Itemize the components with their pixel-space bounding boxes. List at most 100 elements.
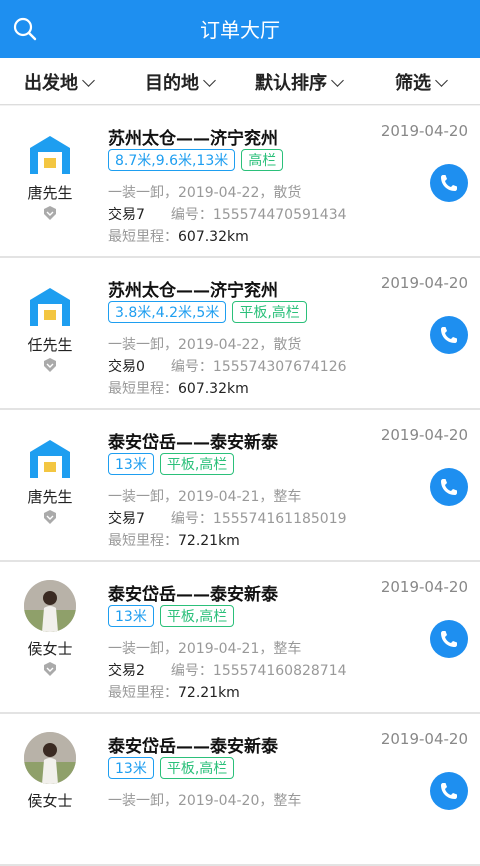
phone-icon bbox=[441, 327, 457, 343]
filter-origin-label: 出发地 bbox=[24, 73, 78, 94]
trade-count: 交易7 bbox=[108, 207, 145, 223]
tag-group: 13米 平板,高栏 bbox=[108, 453, 240, 477]
distance-label: 最短里程： bbox=[108, 381, 178, 397]
distance-label: 最短里程： bbox=[108, 685, 178, 701]
distance-info: 最短里程：72.21km bbox=[108, 682, 240, 702]
distance-info: 最短里程：72.21km bbox=[108, 530, 240, 550]
chevron-down-icon bbox=[331, 74, 344, 87]
user-avatar bbox=[24, 732, 76, 784]
filter-origin[interactable]: 出发地 bbox=[24, 69, 95, 95]
route-title: 苏州太仓——济宁兖州 bbox=[108, 129, 278, 149]
user-photo bbox=[24, 580, 76, 632]
trade-info: 交易2 编号：155574160828714 bbox=[108, 660, 347, 680]
post-date: 2019-04-20 bbox=[380, 730, 468, 748]
truck-length-tag: 13米 bbox=[108, 605, 154, 627]
load-detail: 一装一卸，2019-04-20，整车 bbox=[108, 793, 302, 809]
filter-options-label: 筛选 bbox=[395, 73, 431, 94]
warehouse-icon bbox=[30, 440, 70, 478]
tag-group: 13米 平板,高栏 bbox=[108, 757, 240, 781]
shipper-name: 唐先生 bbox=[27, 184, 73, 202]
order-number-label: 编号： bbox=[170, 511, 213, 527]
warehouse-icon bbox=[30, 288, 70, 326]
trade-count: 交易7 bbox=[108, 511, 145, 527]
distance-info: 最短里程：607.32km bbox=[108, 226, 249, 246]
distance-value: 607.32km bbox=[178, 381, 249, 397]
distance-info: 最短里程：607.32km bbox=[108, 378, 249, 398]
order-number: 155574470591434 bbox=[212, 207, 347, 223]
shipper-name: 侯女士 bbox=[27, 640, 73, 658]
order-number-label: 编号： bbox=[170, 207, 213, 223]
distance-value: 72.21km bbox=[178, 685, 240, 701]
truck-length-tag: 8.7米,9.6米,13米 bbox=[108, 149, 236, 171]
distance-value: 72.21km bbox=[178, 533, 240, 549]
order-number: 155574160828714 bbox=[212, 663, 347, 679]
call-button[interactable] bbox=[430, 772, 468, 810]
order-card[interactable]: 任先生 苏州太仓——济宁兖州 2019-04-20 3.8米,4.2米,5米 平板… bbox=[0, 258, 480, 410]
order-card[interactable]: 唐先生 苏州太仓——济宁兖州 2019-04-20 8.7米,9.6米,13米高… bbox=[0, 106, 480, 258]
app-header: 订单大厅 bbox=[0, 0, 480, 58]
filter-sort-label: 默认排序 bbox=[255, 73, 327, 94]
route-title: 苏州太仓——济宁兖州 bbox=[108, 281, 278, 301]
verified-badge-icon bbox=[44, 510, 56, 524]
page-title: 订单大厅 bbox=[200, 18, 280, 42]
trade-count: 交易0 bbox=[108, 359, 145, 375]
verified-badge-icon bbox=[44, 358, 56, 372]
order-number: 155574161185019 bbox=[212, 511, 347, 527]
shipper-name: 任先生 bbox=[27, 336, 73, 354]
chevron-down-icon bbox=[82, 74, 95, 87]
call-button[interactable] bbox=[430, 468, 468, 506]
trade-info: 交易7 编号：155574161185019 bbox=[108, 508, 347, 528]
order-card[interactable]: 唐先生 泰安岱岳——泰安新泰 2019-04-20 13米 平板,高栏 一装一卸，… bbox=[0, 410, 480, 562]
call-button[interactable] bbox=[430, 620, 468, 658]
tag-group: 3.8米,4.2米,5米 平板,高栏 bbox=[108, 301, 313, 325]
warehouse-icon bbox=[30, 136, 70, 174]
truck-type-tag: 平板,高栏 bbox=[232, 301, 307, 323]
truck-type-tag: 平板,高栏 bbox=[159, 605, 235, 627]
distance-value: 607.32km bbox=[178, 229, 249, 245]
filter-options[interactable]: 筛选 bbox=[395, 69, 448, 95]
order-number-label: 编号： bbox=[170, 359, 213, 375]
call-button[interactable] bbox=[430, 316, 468, 354]
distance-label: 最短里程： bbox=[108, 533, 178, 549]
shipper-name: 唐先生 bbox=[27, 488, 73, 506]
user-photo bbox=[24, 732, 76, 784]
call-button[interactable] bbox=[430, 164, 468, 202]
post-date: 2019-04-20 bbox=[380, 122, 468, 140]
load-detail: 一装一卸，2019-04-22，散货 bbox=[108, 337, 302, 353]
trade-info: 交易0 编号：155574307674126 bbox=[108, 356, 347, 376]
load-detail: 一装一卸，2019-04-21，整车 bbox=[108, 489, 302, 505]
post-date: 2019-04-20 bbox=[380, 274, 468, 292]
filter-sort[interactable]: 默认排序 bbox=[255, 69, 344, 95]
route-title: 泰安岱岳——泰安新泰 bbox=[108, 433, 278, 453]
route-title: 泰安岱岳——泰安新泰 bbox=[108, 585, 278, 605]
route-title: 泰安岱岳——泰安新泰 bbox=[108, 737, 278, 757]
load-detail: 一装一卸，2019-04-21，整车 bbox=[108, 641, 302, 657]
tag-group: 8.7米,9.6米,13米 高栏 bbox=[108, 149, 289, 173]
order-number-label: 编号： bbox=[170, 663, 213, 679]
truck-type-tag: 平板,高栏 bbox=[159, 453, 235, 475]
verified-badge-icon bbox=[44, 662, 56, 676]
phone-icon bbox=[441, 479, 457, 495]
post-date: 2019-04-20 bbox=[380, 578, 468, 596]
order-card[interactable]: 侯女士 泰安岱岳——泰安新泰 2019-04-20 13米 平板,高栏 一装一卸，… bbox=[0, 562, 480, 714]
chevron-down-icon bbox=[203, 74, 216, 87]
truck-type-tag: 高栏 bbox=[241, 149, 284, 171]
truck-length-tag: 13米 bbox=[108, 453, 154, 475]
tag-group: 13米 平板,高栏 bbox=[108, 605, 240, 629]
phone-icon bbox=[441, 783, 457, 799]
phone-icon bbox=[441, 631, 457, 647]
chevron-down-icon bbox=[435, 74, 448, 87]
truck-length-tag: 3.8米,4.2米,5米 bbox=[108, 301, 227, 323]
distance-label: 最短里程： bbox=[108, 229, 178, 245]
order-list: 唐先生 苏州太仓——济宁兖州 2019-04-20 8.7米,9.6米,13米高… bbox=[0, 106, 480, 866]
shipper-name: 侯女士 bbox=[27, 792, 73, 810]
filter-destination[interactable]: 目的地 bbox=[145, 69, 216, 95]
phone-icon bbox=[441, 175, 457, 191]
order-number: 155574307674126 bbox=[212, 359, 347, 375]
post-date: 2019-04-20 bbox=[380, 426, 468, 444]
truck-type-tag: 平板,高栏 bbox=[159, 757, 235, 779]
order-card[interactable]: 侯女士 泰安岱岳——泰安新泰 2019-04-20 13米 平板,高栏 一装一卸，… bbox=[0, 714, 480, 866]
truck-length-tag: 13米 bbox=[108, 757, 154, 779]
trade-count: 交易2 bbox=[108, 663, 145, 679]
load-detail: 一装一卸，2019-04-22，散货 bbox=[108, 185, 302, 201]
